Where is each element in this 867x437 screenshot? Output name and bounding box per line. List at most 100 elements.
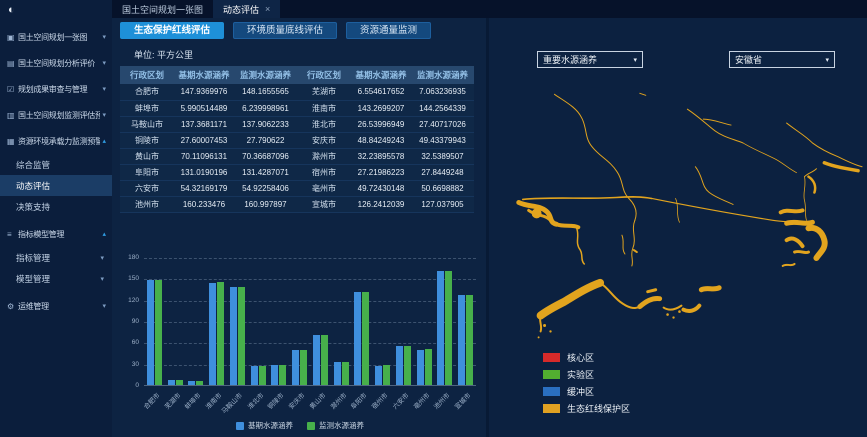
bar-group (188, 381, 203, 385)
close-icon[interactable]: × (265, 4, 270, 14)
sidebar-subitem[interactable]: 模型管理▾ (0, 268, 112, 289)
dropdown-caret-icon: ▾ (633, 56, 637, 64)
bar-基期水源涵养 (375, 366, 382, 385)
table-cell: 亳州市 (297, 180, 351, 196)
sidebar-item[interactable]: ☑规划成果审查与管理▾ (0, 76, 112, 102)
sidebar-collapse-icon[interactable]: ◐ (8, 4, 15, 16)
chevron-up-icon: ▴ (102, 137, 106, 145)
x-axis-tick-label: 黄山市 (307, 390, 328, 411)
table-cell: 宿州市 (297, 164, 351, 180)
table-cell: 70.11096131 (174, 148, 234, 164)
table-cell: 黄山市 (120, 148, 174, 164)
review-icon: ☑ (7, 85, 18, 94)
eval-button[interactable]: 生态保护红线评估 (120, 22, 224, 39)
tab-bar: 国土空间规划一张图动态评估× (112, 0, 867, 18)
map-legend-label: 实验区 (567, 368, 594, 381)
legend-swatch (543, 370, 560, 379)
sidebar-item[interactable]: ▦资源环境承载力监测预警▴ (0, 128, 112, 154)
sidebar-item-label: 国土空间规划监测评估预警 (18, 110, 100, 121)
table-cell: 宣城市 (297, 196, 351, 212)
region-select[interactable]: 安徽省 ▾ (729, 51, 835, 68)
sidebar-item-label: 资源环境承载力监测预警 (18, 136, 100, 147)
sidebar-item-label: 国土空间规划一张图 (18, 32, 100, 43)
bar-监测水源涵养 (196, 381, 203, 385)
analysis-icon: ▤ (7, 59, 18, 68)
table-cell: 160.997897 (234, 196, 297, 212)
chart-legend-label: 监测水源涵养 (319, 420, 364, 431)
table-cell: 137.9062233 (234, 116, 297, 132)
sidebar-item[interactable]: ▣国土空间规划一张图▾ (0, 24, 112, 50)
table-cell: 淮南市 (297, 100, 351, 116)
bar-监测水源涵养 (238, 287, 245, 385)
table-cell: 5.990514489 (174, 100, 234, 116)
capacity-icon: ▦ (7, 137, 18, 146)
table-cell: 148.1655565 (234, 84, 297, 100)
bar-基期水源涵养 (168, 380, 175, 385)
x-axis-tick-label: 蚌埠市 (182, 390, 203, 411)
y-axis-tick-label: 150 (120, 275, 139, 282)
sidebar-subitem[interactable]: 综合监管 (0, 154, 112, 175)
chevron-down-icon: ▾ (102, 302, 106, 310)
x-axis-tick-label: 芜湖市 (161, 390, 182, 411)
table-cell: 合肥市 (120, 84, 174, 100)
chart-legend-item[interactable]: 基期水源涵养 (236, 420, 293, 431)
map-legend-label: 生态红线保护区 (567, 402, 630, 415)
map-legend-label: 核心区 (567, 351, 594, 364)
sidebar-subgroup: 综合监管动态评估决策支持 (0, 154, 112, 217)
eval-button[interactable]: 环境质量底线评估 (233, 22, 337, 39)
content: 生态保护红线评估环境质量底线评估资源通量监测 单位: 平方公里 行政区划基期水源… (112, 18, 867, 437)
bar-group (334, 362, 349, 385)
sidebar-item[interactable]: ≡指标模型管理▴ (0, 221, 112, 247)
table-cell: 50.6698882 (411, 180, 474, 196)
table-cell: 7.063236935 (411, 84, 474, 100)
sidebar-subitem[interactable]: 决策支持 (0, 196, 112, 217)
eval-button[interactable]: 资源通量监测 (346, 22, 431, 39)
table-cell: 54.32169179 (174, 180, 234, 196)
table-cell: 27.8449248 (411, 164, 474, 180)
map-select-row: 重要水源涵养 ▾ 安徽省 ▾ (489, 51, 867, 68)
tab-active[interactable]: 动态评估× (213, 0, 280, 18)
legend-swatch (307, 422, 315, 430)
sidebar-subgroup: 指标管理▾模型管理▾ (0, 247, 112, 289)
sidebar-item[interactable]: ⚙运维管理▾ (0, 293, 112, 319)
map-canvas[interactable]: 核心区实验区缓冲区生态红线保护区 (489, 80, 867, 437)
bar-基期水源涵养 (396, 346, 403, 385)
chevron-down-icon: ▾ (100, 254, 104, 262)
bar-监测水源涵养 (466, 295, 473, 385)
chart-legend-item[interactable]: 监测水源涵养 (307, 420, 364, 431)
table-cell: 48.84249243 (351, 132, 411, 148)
chart-plot (144, 258, 476, 386)
sidebar-item[interactable]: ▥国土空间规划监测评估预警▾ (0, 102, 112, 128)
x-axis-tick-label: 马鞍山市 (219, 390, 244, 415)
sidebar-subitem[interactable]: 指标管理▾ (0, 247, 112, 268)
tab-item[interactable]: 国土空间规划一张图 (112, 0, 213, 18)
bar-group (147, 280, 162, 385)
bar-基期水源涵养 (334, 362, 341, 385)
table-cell: 144.2564339 (411, 100, 474, 116)
sidebar-item-label: 规划成果审查与管理 (18, 84, 100, 95)
x-axis-tick-label: 滁州市 (327, 390, 348, 411)
bar-group (292, 350, 307, 385)
bar-基期水源涵养 (417, 350, 424, 385)
chart-legend: 基期水源涵养 监测水源涵养 (120, 420, 480, 431)
sidebar-item[interactable]: ▤国土空间规划分析评价▾ (0, 50, 112, 76)
chart-legend-label: 基期水源涵养 (248, 420, 293, 431)
metric-select[interactable]: 重要水源涵养 ▾ (537, 51, 643, 68)
y-axis-tick-label: 120 (120, 297, 139, 304)
ops-icon: ⚙ (7, 302, 18, 311)
legend-swatch (543, 353, 560, 362)
left-panel: 生态保护红线评估环境质量底线评估资源通量监测 单位: 平方公里 行政区划基期水源… (120, 18, 488, 437)
table-cell: 32.5389507 (411, 148, 474, 164)
bar-group (437, 271, 452, 385)
table-cell: 蚌埠市 (120, 100, 174, 116)
bar-监测水源涵养 (425, 349, 432, 385)
table-head: 行政区划基期水源涵养监测水源涵养行政区划基期水源涵养监测水源涵养 (120, 66, 474, 84)
y-axis-tick-label: 180 (120, 254, 139, 261)
table-cell: 49.72430148 (351, 180, 411, 196)
table-header-cell: 监测水源涵养 (411, 66, 474, 84)
x-axis-tick-label: 池州市 (431, 390, 452, 411)
sidebar-subitem[interactable]: 动态评估 (0, 175, 112, 196)
table-cell: 淮北市 (297, 116, 351, 132)
sidebar-item-label: 国土空间规划分析评价 (18, 58, 100, 69)
bar-基期水源涵养 (271, 365, 278, 385)
